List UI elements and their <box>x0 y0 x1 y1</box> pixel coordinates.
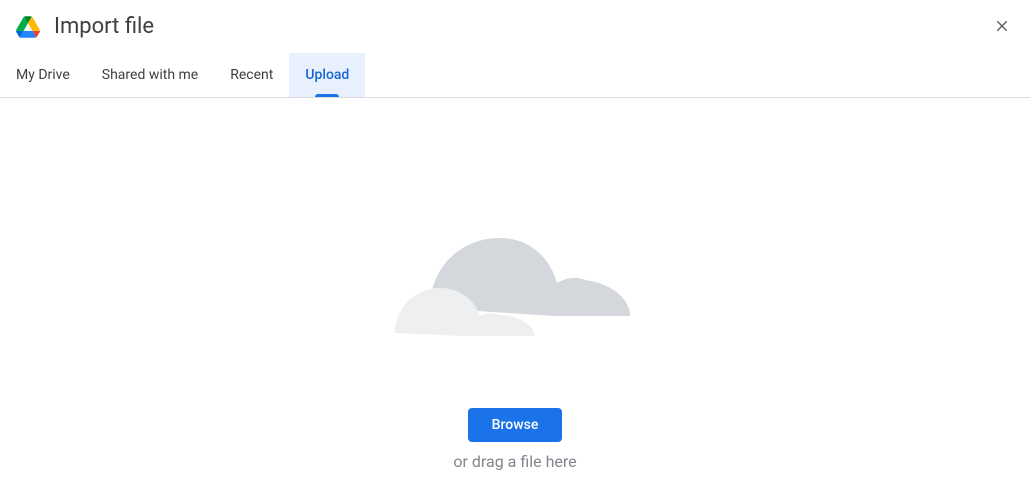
drag-hint-text: or drag a file here <box>453 452 576 471</box>
tab-shared-with-me[interactable]: Shared with me <box>86 53 214 97</box>
tab-recent[interactable]: Recent <box>214 53 289 97</box>
cloud-illustration <box>385 188 645 368</box>
dialog-title: Import file <box>54 14 154 39</box>
tabs-bar: My Drive Shared with me Recent Upload <box>0 53 1030 98</box>
browse-button[interactable]: Browse <box>468 408 563 442</box>
close-button[interactable] <box>990 14 1014 38</box>
google-drive-icon <box>16 15 40 39</box>
tab-my-drive[interactable]: My Drive <box>16 53 86 97</box>
close-icon <box>993 17 1011 35</box>
upload-content: Browse or drag a file here <box>0 98 1030 471</box>
dialog-header: Import file <box>0 0 1030 53</box>
tab-upload[interactable]: Upload <box>289 53 365 97</box>
